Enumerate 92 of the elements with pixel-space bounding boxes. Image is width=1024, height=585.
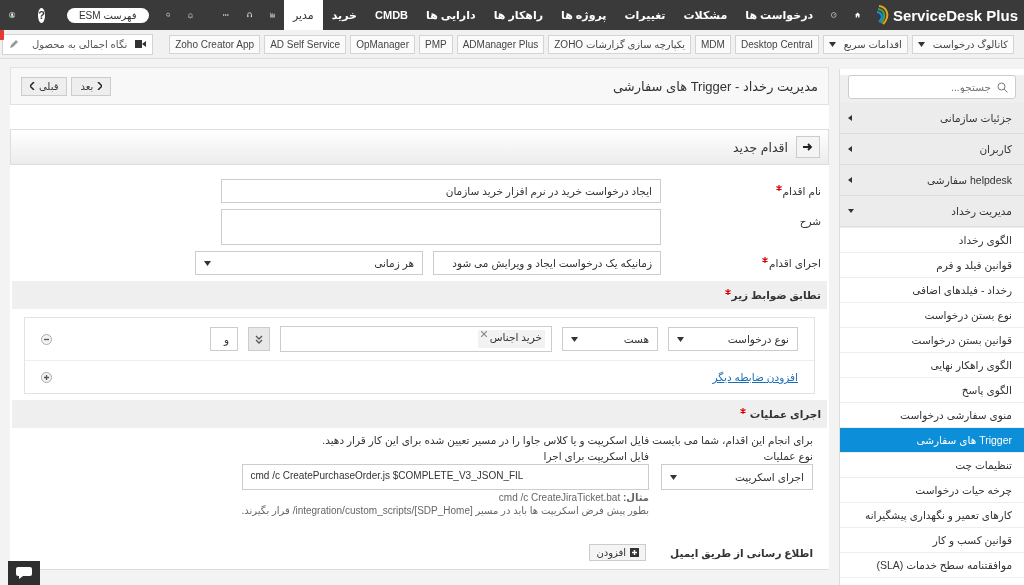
field-label: شرح: [798, 214, 822, 227]
caret-left-icon: [848, 115, 854, 121]
sidebar-item[interactable]: نوع بستن درخواست: [840, 303, 1024, 328]
arrow-button[interactable]: [796, 136, 820, 158]
nav-tab[interactable]: مدیر: [283, 0, 323, 30]
value-tags-field[interactable]: خرید اجناس: [280, 326, 552, 352]
nav-tab[interactable]: پروژه ها: [552, 0, 616, 30]
toolbar-link[interactable]: PMP: [419, 34, 453, 54]
previous-button[interactable]: قبلی: [21, 76, 68, 96]
toolbar-dropdown[interactable]: کاتالوگ درخواست: [911, 34, 1014, 54]
double-chevron-icon: [255, 334, 263, 344]
add-condition-link[interactable]: افزودن ضابطه دیگر: [712, 371, 798, 383]
nav-tab[interactable]: تغییرات: [615, 0, 675, 30]
sidebar-item[interactable]: قوانین فیلد و فرم: [840, 253, 1024, 278]
toolbar-link[interactable]: Zoho Creator App: [169, 34, 261, 54]
toolbar-link[interactable]: یکپارچه سازی گزارشات ZOHO: [548, 34, 692, 54]
add-condition-icon[interactable]: [41, 371, 52, 383]
caret-icon: [670, 474, 677, 480]
value-tag[interactable]: خرید اجناس: [477, 330, 545, 348]
nav-tab[interactable]: درخواست ها: [736, 0, 823, 30]
chevron-right-icon: [97, 82, 103, 90]
sidebar-item[interactable]: موافقتنامه سطح خدمات (SLA): [840, 553, 1024, 578]
sidebar-item[interactable]: قوانین کسب و کار: [840, 528, 1024, 553]
product-glance-field[interactable]: نگاه اجمالی به محصول: [2, 33, 154, 55]
toolbar-link[interactable]: MDM: [695, 34, 731, 54]
arrow-right-icon: [803, 143, 813, 151]
nav-tab[interactable]: CMDB: [366, 0, 418, 30]
select-field[interactable]: و: [210, 327, 238, 351]
caret-icon: [571, 336, 578, 342]
more-icon[interactable]: [223, 13, 229, 17]
sidebar-item[interactable]: چرخه حیات درخواست: [840, 478, 1024, 503]
select-field[interactable]: زمانیکه یک درخواست ایجاد و ویرایش می شود: [433, 251, 661, 275]
page-title: مدیریت رخداد - Trigger های سفارشی: [612, 78, 818, 94]
nav-tab[interactable]: راهکار ها: [484, 0, 553, 30]
esm-button[interactable]: فهرست ESM: [66, 7, 149, 23]
script-field[interactable]: cmd /c CreatePurchaseOrder.js $COMPLETE_V3_JSON_FIL: [241, 464, 649, 490]
caret-icon: [917, 41, 925, 47]
add-button[interactable]: افزودن: [589, 544, 647, 561]
nav-tab[interactable]: مشکلات: [674, 0, 737, 30]
field-label: اجرای اقدام: [661, 257, 829, 269]
chat-bubble-icon: [16, 567, 32, 579]
select-field[interactable]: اجرای اسکریپت: [661, 464, 813, 490]
select-field[interactable]: هست: [562, 327, 658, 351]
section-header: تطابق ضوابط زیر: [723, 289, 821, 301]
search-field[interactable]: جستجو...: [848, 75, 1016, 99]
nav-tab[interactable]: خرید: [322, 0, 367, 30]
notification-badge-icon: [0, 29, 5, 40]
remove-condition-icon[interactable]: [41, 333, 52, 345]
action-name-field[interactable]: ایجاد درخواست خرید در نرم افزار خرید سازمان: [221, 179, 661, 203]
video-icon: [135, 40, 147, 48]
toolbar-link[interactable]: OpManager: [350, 34, 415, 54]
expand-button[interactable]: [248, 327, 270, 351]
sidebar-item[interactable]: کارهای تعمیر و نگهداری پیشگیرانه: [840, 503, 1024, 528]
path-hint: بطور پیش فرض اسکریپت ها باید در مسیر [SDP_Home]/integration/custom_scripts/ قرار بگیرند.: [241, 505, 649, 516]
chevron-left-icon: [30, 82, 35, 90]
sidebar-item[interactable]: رخداد - فیلدهای اضافی: [840, 278, 1024, 303]
app-logo: ServiceDesk Plus: [892, 6, 1018, 24]
toolbar-dropdown[interactable]: اقدامات سریع: [822, 34, 908, 54]
select-field[interactable]: هر زمانی: [195, 251, 423, 275]
caret-icon: [677, 336, 684, 342]
next-button[interactable]: بعد: [71, 76, 112, 96]
logo-arc-icon: [876, 4, 891, 26]
section-header: اجرای عملیات: [738, 408, 821, 420]
caret-left-icon: [848, 146, 854, 152]
toolbar-link[interactable]: Desktop Central: [734, 34, 819, 54]
sidebar-item[interactable]: الگوی راهکار نهایی: [840, 353, 1024, 378]
section-title: اقدام جدید: [732, 139, 788, 155]
sidebar-item[interactable]: الگوی رخداد: [840, 228, 1024, 253]
search-icon: [997, 82, 1008, 93]
caret-left-icon: [848, 177, 854, 183]
toolbar-link[interactable]: AD Self Service: [264, 34, 347, 54]
help-button[interactable]: ?: [38, 7, 45, 23]
field-label: نوع عملیات: [762, 450, 813, 462]
select-field[interactable]: نوع درخواست: [668, 327, 798, 351]
caret-icon: [828, 41, 836, 47]
sidebar-item[interactable]: تنظیمات چت: [840, 453, 1024, 478]
caret-icon: [204, 260, 211, 266]
field-label: نام اقدام: [661, 179, 829, 197]
section-header: اطلاع رسانی از طریق ایمیل: [670, 546, 813, 559]
nav-tab[interactable]: دارایی ها: [417, 0, 485, 30]
description-field[interactable]: [221, 209, 661, 245]
sidebar-item[interactable]: قوانین بستن درخواست: [840, 328, 1024, 353]
sidebar-item[interactable]: Trigger های سفارشی: [840, 428, 1024, 453]
instruction-text: برای انجام این اقدام، شما می بایست فایل اسکریپت و یا کلاس جاوا را در مسیر تعیین شده برای این کار قرار دهید.: [321, 434, 813, 446]
chat-button[interactable]: [8, 561, 40, 585]
caret-down-icon: [848, 208, 854, 214]
remove-icon[interactable]: [480, 331, 487, 337]
toolbar-link[interactable]: ADManager Plus: [456, 34, 545, 54]
field-label: فایل اسکریپت برای اجرا: [542, 450, 649, 462]
plus-icon: [630, 548, 640, 557]
pencil-icon: [9, 39, 20, 49]
sidebar-item[interactable]: الگوی پاسخ: [840, 378, 1024, 403]
